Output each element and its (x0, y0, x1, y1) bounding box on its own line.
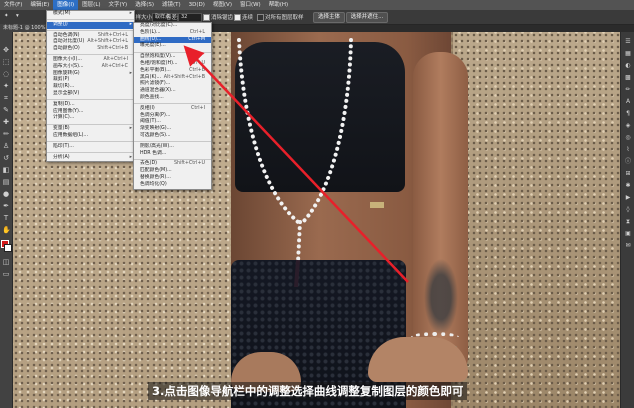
tutorial-caption: 3.点击图像导航栏中的调整选择曲线调整复制图层的颜色即可 (148, 382, 468, 400)
annotation-arrow (183, 45, 409, 283)
